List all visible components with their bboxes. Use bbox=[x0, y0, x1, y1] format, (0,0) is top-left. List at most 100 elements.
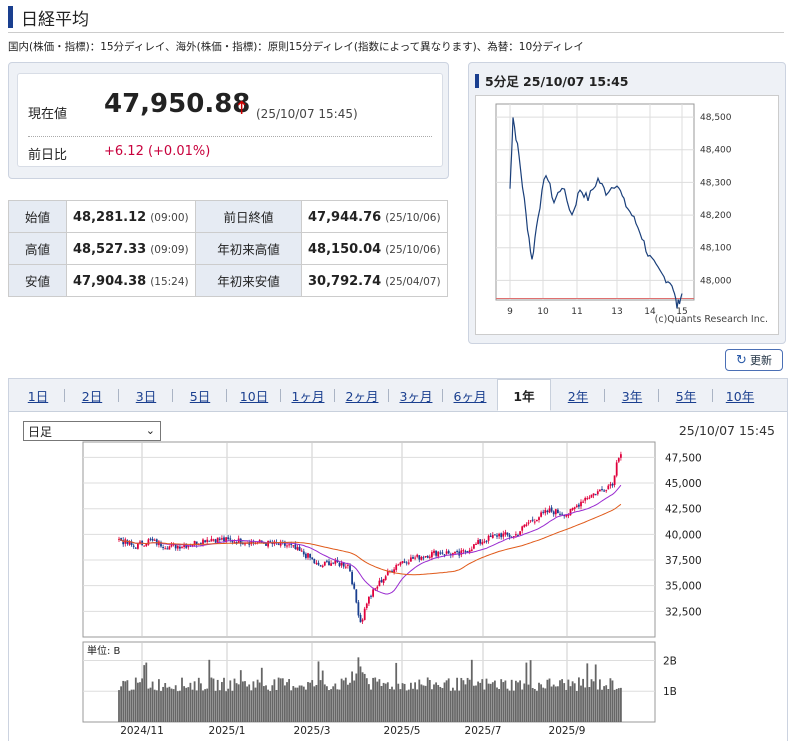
volume-bar bbox=[554, 686, 557, 722]
change-value: +6.12 (+0.01%) bbox=[104, 144, 211, 159]
candle-body bbox=[407, 562, 410, 564]
volume-bar bbox=[466, 677, 469, 722]
volume-bar bbox=[355, 673, 358, 722]
volume-bar bbox=[458, 690, 461, 722]
candle-body bbox=[353, 583, 356, 589]
volume-bar bbox=[239, 670, 242, 722]
candle-body bbox=[267, 540, 269, 547]
candle-body bbox=[155, 539, 158, 545]
candle-body bbox=[347, 564, 349, 566]
candle-body bbox=[216, 537, 219, 543]
volume-bar bbox=[128, 690, 131, 722]
volume-bar bbox=[134, 677, 137, 722]
volume-bar bbox=[221, 682, 223, 722]
volume-bar bbox=[181, 677, 183, 722]
volume-bar bbox=[620, 687, 622, 722]
candle-body bbox=[151, 538, 154, 541]
candle-body bbox=[479, 539, 482, 544]
volume-bar bbox=[206, 688, 209, 722]
candle-body bbox=[546, 510, 549, 513]
candle-body bbox=[309, 553, 311, 558]
refresh-button[interactable]: ↻ 更新 bbox=[725, 349, 783, 371]
volume-bar bbox=[137, 682, 139, 722]
volume-bar bbox=[315, 685, 318, 722]
y-tick-label: 48,500 bbox=[700, 113, 732, 123]
volume-bar bbox=[193, 681, 196, 722]
candle-body bbox=[147, 539, 150, 545]
candle-body bbox=[130, 542, 133, 545]
volume-bar bbox=[515, 680, 517, 722]
intraday-chart-card: 5分足 25/10/07 15:45 9 10 11 13 14 15 48,500 48,4… bbox=[468, 62, 786, 344]
volume-bar bbox=[340, 678, 343, 722]
price-y-tick-label: 32,500 bbox=[665, 606, 702, 618]
candle-body bbox=[221, 538, 223, 540]
table-row: 安値 47,904.38 (15:24) 年初来安値 30,792.74 (25… bbox=[8, 264, 448, 297]
volume-bar bbox=[307, 682, 309, 722]
candle-body bbox=[473, 544, 475, 549]
price-stats-table: 始値 48,281.12 (09:00) 前日終値 47,944.76 (25/… bbox=[8, 200, 448, 297]
candle-body bbox=[296, 547, 299, 550]
candle-body bbox=[290, 543, 293, 545]
candle-body bbox=[615, 462, 618, 476]
candle-body bbox=[504, 532, 507, 535]
candle-body bbox=[212, 539, 215, 541]
volume-bar bbox=[132, 689, 135, 722]
volume-bar bbox=[309, 682, 311, 722]
volume-bar bbox=[265, 685, 267, 722]
volume-bar bbox=[443, 682, 446, 722]
volume-bar bbox=[328, 690, 330, 722]
volume-bar bbox=[460, 677, 463, 722]
volume-bar bbox=[323, 684, 326, 722]
candle-body bbox=[544, 510, 547, 514]
candle-body bbox=[338, 562, 341, 567]
candle-body bbox=[153, 539, 156, 541]
candle-body bbox=[428, 556, 431, 558]
candle-body bbox=[502, 533, 505, 537]
volume-bar bbox=[267, 689, 269, 722]
stat-value: 48,527.33 (09:09) bbox=[65, 232, 197, 265]
candle-body bbox=[607, 485, 610, 490]
volume-bar bbox=[235, 683, 238, 722]
candle-body bbox=[584, 497, 587, 501]
candle-body bbox=[590, 494, 593, 498]
candle-body bbox=[357, 602, 360, 616]
candle-body bbox=[351, 571, 353, 585]
volume-bar bbox=[435, 682, 437, 722]
volume-bar bbox=[403, 683, 406, 722]
price-y-tick-label: 35,000 bbox=[665, 581, 702, 593]
volume-bar bbox=[437, 685, 440, 722]
volume-bar bbox=[296, 687, 299, 722]
candle-body bbox=[462, 550, 465, 552]
volume-bar bbox=[613, 689, 616, 722]
price-y-tick-label: 47,500 bbox=[665, 452, 702, 464]
volume-bar bbox=[305, 689, 307, 722]
volume-bar bbox=[292, 686, 295, 722]
volume-bar bbox=[393, 689, 395, 722]
volume-bar bbox=[426, 677, 429, 722]
volume-bar bbox=[609, 678, 612, 722]
volume-bar bbox=[594, 664, 597, 722]
volume-bar bbox=[286, 682, 288, 722]
volume-bar bbox=[521, 689, 524, 722]
candle-body bbox=[382, 578, 385, 583]
candle-body bbox=[483, 541, 486, 543]
candle-body bbox=[422, 557, 425, 559]
volume-bar bbox=[374, 677, 377, 722]
x-tick-label: 13 bbox=[611, 307, 622, 317]
volume-bar bbox=[349, 682, 351, 722]
table-row: 始値 48,281.12 (09:00) 前日終値 47,944.76 (25/… bbox=[8, 200, 448, 233]
candle-body bbox=[613, 475, 616, 485]
candle-body bbox=[363, 608, 366, 620]
candle-body bbox=[359, 614, 362, 623]
candle-body bbox=[536, 519, 538, 522]
volume-bar bbox=[210, 677, 213, 722]
volume-bar bbox=[279, 678, 282, 722]
price-y-tick-label: 37,500 bbox=[665, 555, 702, 567]
volume-bar bbox=[542, 687, 545, 722]
candle-body bbox=[361, 619, 364, 622]
volume-bar bbox=[397, 683, 400, 722]
candle-body bbox=[305, 553, 307, 559]
candle-body bbox=[433, 550, 435, 553]
volume-bar bbox=[563, 683, 566, 722]
candle-body bbox=[603, 490, 605, 492]
